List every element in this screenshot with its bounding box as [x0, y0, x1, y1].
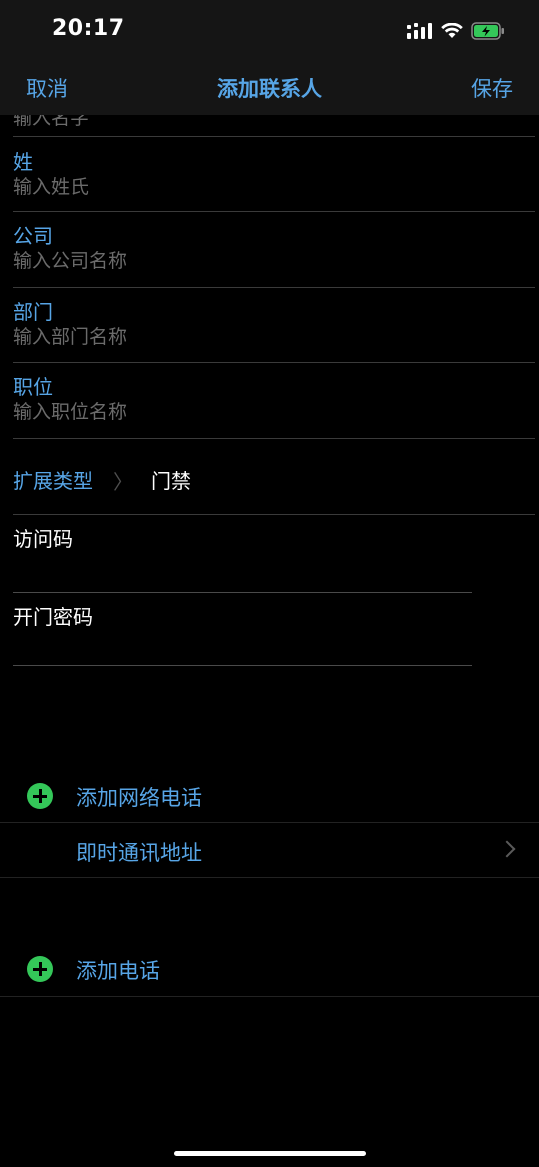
- add-phone-row[interactable]: 添加电话: [0, 942, 539, 996]
- divider: [13, 136, 535, 137]
- door-password-label: 开门密码: [13, 605, 93, 629]
- divider: [0, 877, 539, 878]
- add-icon[interactable]: [27, 956, 53, 982]
- nav-bar: 取消 添加联系人 保存: [0, 60, 539, 115]
- company-input[interactable]: [13, 250, 513, 272]
- chevron-right-icon[interactable]: 〉: [113, 466, 133, 495]
- chevron-right-icon: [498, 840, 516, 858]
- last-name-label: 姓: [13, 150, 33, 174]
- extension-type-value[interactable]: 门禁: [151, 465, 191, 494]
- divider: [0, 996, 539, 997]
- status-icons: [407, 20, 505, 42]
- access-code-input[interactable]: [13, 558, 472, 588]
- cellular-signal-icon: [407, 23, 432, 39]
- company-label: 公司: [13, 224, 53, 248]
- add-network-phone-label: 添加网络电话: [76, 786, 202, 810]
- door-password-input[interactable]: [13, 632, 472, 662]
- divider: [13, 514, 535, 515]
- add-network-phone-row[interactable]: 添加网络电话: [0, 769, 539, 823]
- im-address-label: 即时通讯地址: [76, 841, 202, 865]
- wifi-icon: [441, 23, 463, 38]
- access-code-label: 访问码: [13, 527, 73, 551]
- extension-type-label[interactable]: 扩展类型: [13, 465, 93, 494]
- page-title: 添加联系人: [217, 77, 322, 101]
- divider: [13, 211, 535, 212]
- divider: [13, 362, 535, 363]
- im-address-row[interactable]: 即时通讯地址: [0, 824, 539, 878]
- department-label: 部门: [13, 300, 53, 324]
- divider: [0, 822, 539, 823]
- access-code-underline: [13, 592, 472, 593]
- position-input[interactable]: [13, 401, 513, 423]
- add-icon[interactable]: [27, 783, 53, 809]
- divider: [13, 438, 535, 439]
- status-bar: 20:17: [0, 0, 539, 60]
- department-input[interactable]: [13, 326, 513, 348]
- home-indicator[interactable]: [174, 1151, 366, 1156]
- divider: [13, 287, 535, 288]
- status-time: 20:17: [52, 16, 125, 41]
- battery-charging-icon: [471, 22, 504, 40]
- door-password-underline: [13, 665, 472, 666]
- add-phone-label: 添加电话: [76, 959, 160, 983]
- save-button[interactable]: 保存: [471, 73, 513, 103]
- last-name-input[interactable]: [13, 176, 513, 198]
- position-label: 职位: [13, 375, 53, 399]
